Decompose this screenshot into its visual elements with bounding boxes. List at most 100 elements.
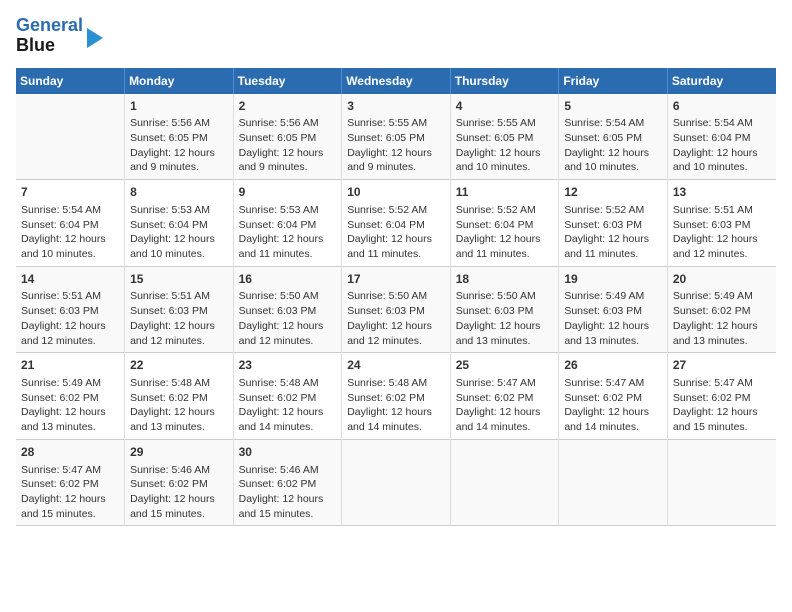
logo-arrow-icon	[87, 28, 103, 48]
day-info: Sunrise: 5:52 AM Sunset: 6:04 PM Dayligh…	[456, 203, 554, 262]
day-number: 29	[130, 444, 228, 461]
day-number: 24	[347, 357, 445, 374]
day-number: 23	[239, 357, 337, 374]
day-number: 27	[673, 357, 771, 374]
calendar-cell	[450, 439, 559, 526]
calendar-cell: 9 Sunrise: 5:53 AM Sunset: 6:04 PM Daylig…	[233, 180, 342, 267]
calendar-cell: 29 Sunrise: 5:46 AM Sunset: 6:02 PM Dayli…	[125, 439, 234, 526]
calendar-cell: 15Sunrise: 5:51 AM Sunset: 6:03 PM Dayli…	[125, 266, 234, 353]
day-number: 15	[130, 271, 228, 288]
calendar-cell: 21 Sunrise: 5:49 AM Sunset: 6:02 PM Dayli…	[16, 353, 125, 440]
day-number: 7	[21, 184, 119, 201]
weekday-header-saturday: Saturday	[667, 68, 776, 94]
calendar-cell: 12 Sunrise: 5:52 AM Sunset: 6:03 PM Dayli…	[559, 180, 668, 267]
day-number: 16	[239, 271, 337, 288]
day-info: Sunrise: 5:54 AM Sunset: 6:04 PM Dayligh…	[21, 203, 119, 262]
day-info: Sunrise: 5:46 AM Sunset: 6:02 PM Dayligh…	[130, 463, 228, 522]
logo-blue: Blue	[16, 36, 83, 56]
day-info: Sunrise: 5:51 AM Sunset: 6:03 PM Dayligh…	[130, 289, 228, 348]
day-number: 1	[130, 98, 228, 115]
day-number: 13	[673, 184, 771, 201]
calendar-cell: 26Sunrise: 5:47 AM Sunset: 6:02 PM Dayli…	[559, 353, 668, 440]
calendar-cell: 3Sunrise: 5:55 AM Sunset: 6:05 PM Daylig…	[342, 94, 451, 180]
calendar-cell: 20Sunrise: 5:49 AM Sunset: 6:02 PM Dayli…	[667, 266, 776, 353]
logo-general: General	[16, 15, 83, 35]
calendar-week-row: 28 Sunrise: 5:47 AM Sunset: 6:02 PM Dayli…	[16, 439, 776, 526]
day-info: Sunrise: 5:54 AM Sunset: 6:05 PM Dayligh…	[564, 116, 662, 175]
day-number: 21	[21, 357, 119, 374]
calendar-cell	[342, 439, 451, 526]
calendar-cell: 28 Sunrise: 5:47 AM Sunset: 6:02 PM Dayli…	[16, 439, 125, 526]
calendar-week-row: 1Sunrise: 5:56 AM Sunset: 6:05 PM Daylig…	[16, 94, 776, 180]
calendar-cell: 13 Sunrise: 5:51 AM Sunset: 6:03 PM Dayli…	[667, 180, 776, 267]
calendar-cell	[16, 94, 125, 180]
weekday-header-thursday: Thursday	[450, 68, 559, 94]
day-info: Sunrise: 5:53 AM Sunset: 6:04 PM Dayligh…	[239, 203, 337, 262]
calendar-cell: 19Sunrise: 5:49 AM Sunset: 6:03 PM Dayli…	[559, 266, 668, 353]
calendar-week-row: 21 Sunrise: 5:49 AM Sunset: 6:02 PM Dayli…	[16, 353, 776, 440]
calendar-cell: 17Sunrise: 5:50 AM Sunset: 6:03 PM Dayli…	[342, 266, 451, 353]
day-number: 2	[239, 98, 337, 115]
calendar-cell: 11 Sunrise: 5:52 AM Sunset: 6:04 PM Dayli…	[450, 180, 559, 267]
day-info: Sunrise: 5:51 AM Sunset: 6:03 PM Dayligh…	[21, 289, 119, 348]
day-number: 3	[347, 98, 445, 115]
calendar-cell: 2Sunrise: 5:56 AM Sunset: 6:05 PM Daylig…	[233, 94, 342, 180]
logo: General Blue	[16, 16, 103, 56]
calendar-cell: 5Sunrise: 5:54 AM Sunset: 6:05 PM Daylig…	[559, 94, 668, 180]
day-number: 28	[21, 444, 119, 461]
weekday-header-sunday: Sunday	[16, 68, 125, 94]
day-info: Sunrise: 5:52 AM Sunset: 6:03 PM Dayligh…	[564, 203, 662, 262]
calendar-week-row: 7 Sunrise: 5:54 AM Sunset: 6:04 PM Daylig…	[16, 180, 776, 267]
calendar-cell	[559, 439, 668, 526]
day-info: Sunrise: 5:56 AM Sunset: 6:05 PM Dayligh…	[239, 116, 337, 175]
day-number: 22	[130, 357, 228, 374]
day-number: 11	[456, 184, 554, 201]
calendar-week-row: 14Sunrise: 5:51 AM Sunset: 6:03 PM Dayli…	[16, 266, 776, 353]
day-info: Sunrise: 5:47 AM Sunset: 6:02 PM Dayligh…	[456, 376, 554, 435]
day-number: 30	[239, 444, 337, 461]
calendar-cell: 4Sunrise: 5:55 AM Sunset: 6:05 PM Daylig…	[450, 94, 559, 180]
weekday-header-wednesday: Wednesday	[342, 68, 451, 94]
day-number: 8	[130, 184, 228, 201]
day-number: 6	[673, 98, 771, 115]
day-number: 4	[456, 98, 554, 115]
day-info: Sunrise: 5:49 AM Sunset: 6:02 PM Dayligh…	[21, 376, 119, 435]
day-info: Sunrise: 5:55 AM Sunset: 6:05 PM Dayligh…	[347, 116, 445, 175]
day-info: Sunrise: 5:49 AM Sunset: 6:02 PM Dayligh…	[673, 289, 771, 348]
day-number: 19	[564, 271, 662, 288]
calendar-cell: 14Sunrise: 5:51 AM Sunset: 6:03 PM Dayli…	[16, 266, 125, 353]
day-number: 25	[456, 357, 554, 374]
calendar-cell: 1Sunrise: 5:56 AM Sunset: 6:05 PM Daylig…	[125, 94, 234, 180]
day-info: Sunrise: 5:46 AM Sunset: 6:02 PM Dayligh…	[239, 463, 337, 522]
day-info: Sunrise: 5:51 AM Sunset: 6:03 PM Dayligh…	[673, 203, 771, 262]
calendar-cell: 25 Sunrise: 5:47 AM Sunset: 6:02 PM Dayli…	[450, 353, 559, 440]
day-number: 12	[564, 184, 662, 201]
day-info: Sunrise: 5:54 AM Sunset: 6:04 PM Dayligh…	[673, 116, 771, 175]
calendar-cell	[667, 439, 776, 526]
logo-text-block: General Blue	[16, 16, 83, 56]
day-info: Sunrise: 5:48 AM Sunset: 6:02 PM Dayligh…	[130, 376, 228, 435]
calendar-cell: 18Sunrise: 5:50 AM Sunset: 6:03 PM Dayli…	[450, 266, 559, 353]
day-info: Sunrise: 5:50 AM Sunset: 6:03 PM Dayligh…	[456, 289, 554, 348]
calendar-cell: 30 Sunrise: 5:46 AM Sunset: 6:02 PM Dayli…	[233, 439, 342, 526]
day-info: Sunrise: 5:56 AM Sunset: 6:05 PM Dayligh…	[130, 116, 228, 175]
calendar-cell: 8 Sunrise: 5:53 AM Sunset: 6:04 PM Daylig…	[125, 180, 234, 267]
calendar-cell: 16Sunrise: 5:50 AM Sunset: 6:03 PM Dayli…	[233, 266, 342, 353]
day-info: Sunrise: 5:55 AM Sunset: 6:05 PM Dayligh…	[456, 116, 554, 175]
day-info: Sunrise: 5:47 AM Sunset: 6:02 PM Dayligh…	[673, 376, 771, 435]
day-info: Sunrise: 5:47 AM Sunset: 6:02 PM Dayligh…	[564, 376, 662, 435]
day-info: Sunrise: 5:48 AM Sunset: 6:02 PM Dayligh…	[347, 376, 445, 435]
weekday-header-monday: Monday	[125, 68, 234, 94]
calendar-cell: 27 Sunrise: 5:47 AM Sunset: 6:02 PM Dayli…	[667, 353, 776, 440]
day-number: 9	[239, 184, 337, 201]
calendar-cell: 24 Sunrise: 5:48 AM Sunset: 6:02 PM Dayli…	[342, 353, 451, 440]
day-info: Sunrise: 5:49 AM Sunset: 6:03 PM Dayligh…	[564, 289, 662, 348]
day-number: 20	[673, 271, 771, 288]
day-number: 14	[21, 271, 119, 288]
calendar-cell: 10Sunrise: 5:52 AM Sunset: 6:04 PM Dayli…	[342, 180, 451, 267]
day-info: Sunrise: 5:47 AM Sunset: 6:02 PM Dayligh…	[21, 463, 119, 522]
calendar-table: SundayMondayTuesdayWednesdayThursdayFrid…	[16, 68, 776, 527]
weekday-header-row: SundayMondayTuesdayWednesdayThursdayFrid…	[16, 68, 776, 94]
day-number: 10	[347, 184, 445, 201]
day-info: Sunrise: 5:53 AM Sunset: 6:04 PM Dayligh…	[130, 203, 228, 262]
